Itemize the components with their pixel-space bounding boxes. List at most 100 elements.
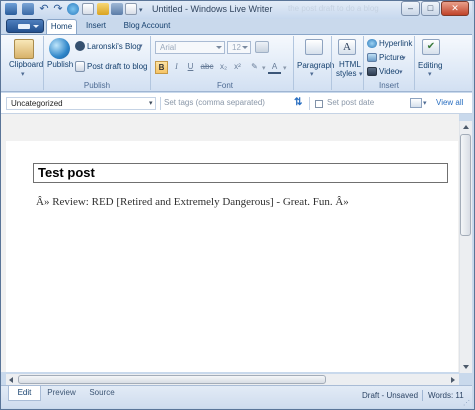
post-date-label: Set post date bbox=[327, 98, 375, 107]
blog-selector-chevron-icon[interactable]: ▾ bbox=[139, 42, 143, 50]
app-menu-button[interactable] bbox=[6, 19, 44, 33]
wordpress-icon bbox=[75, 41, 85, 51]
window-title: Untitled - Windows Live Writer bbox=[152, 4, 273, 14]
open-icon[interactable] bbox=[97, 3, 109, 15]
clipboard-icon bbox=[14, 39, 34, 59]
save-icon[interactable] bbox=[22, 3, 34, 15]
view-tab-preview[interactable]: Preview bbox=[44, 386, 79, 401]
group-divider bbox=[331, 36, 332, 90]
font-color-chevron-icon[interactable]: ▾ bbox=[283, 64, 287, 72]
view-all-link[interactable]: View all bbox=[436, 97, 463, 110]
undo-icon[interactable]: ↶ bbox=[38, 3, 50, 15]
scroll-down-arrow-icon[interactable] bbox=[463, 365, 469, 369]
quick-access-chevron-icon[interactable]: ▾ bbox=[139, 6, 143, 14]
divider bbox=[160, 97, 161, 110]
new-post-icon[interactable] bbox=[82, 3, 94, 15]
print-icon[interactable] bbox=[111, 3, 123, 15]
divider bbox=[422, 390, 423, 401]
hyperlink-button[interactable]: Hyperlink bbox=[379, 39, 412, 48]
publish-globe-icon bbox=[49, 38, 70, 59]
window-title-ghost: the post draft to do a blog bbox=[288, 4, 379, 13]
paragraph-button[interactable]: Paragraph bbox=[297, 61, 334, 70]
editing-button[interactable]: Editing bbox=[418, 61, 442, 70]
highlight-icon[interactable]: ✎ bbox=[248, 61, 261, 74]
horizontal-scroll-thumb[interactable] bbox=[18, 375, 326, 384]
app-menu-icon bbox=[18, 24, 30, 29]
font-family-chevron-icon bbox=[216, 46, 222, 49]
preview-icon[interactable] bbox=[125, 3, 137, 15]
html-styles-label-line1[interactable]: HTML bbox=[339, 60, 361, 69]
picture-icon bbox=[367, 53, 377, 62]
clear-formatting-icon[interactable] bbox=[255, 41, 269, 53]
bold-button[interactable]: B bbox=[155, 61, 168, 74]
html-styles-chevron-icon[interactable]: ▾ bbox=[359, 70, 363, 78]
tab-blog-account[interactable]: Blog Account bbox=[118, 19, 176, 34]
font-family-combo[interactable]: Arial bbox=[155, 41, 225, 54]
clipboard-chevron-icon[interactable]: ▾ bbox=[21, 70, 25, 78]
group-divider bbox=[293, 36, 294, 90]
paragraph-icon bbox=[305, 39, 323, 55]
font-size-value: 12 bbox=[232, 43, 241, 52]
close-button[interactable]: ✕ bbox=[441, 1, 469, 16]
group-divider bbox=[363, 36, 364, 90]
paragraph-chevron-icon[interactable]: ▾ bbox=[310, 70, 314, 78]
strikethrough-button[interactable]: abc bbox=[199, 61, 215, 74]
word-count: Words: 11 bbox=[428, 391, 464, 400]
blog-icon[interactable] bbox=[67, 3, 79, 15]
post-draft-icon bbox=[75, 61, 85, 72]
refresh-tags-icon[interactable]: ⇅ bbox=[294, 97, 302, 108]
tab-insert[interactable]: Insert bbox=[81, 19, 111, 34]
font-family-value: Arial bbox=[160, 43, 177, 52]
superscript-button[interactable]: x² bbox=[231, 61, 244, 74]
post-body-text[interactable]: Â» Review: RED [Retired and Extremely Da… bbox=[36, 196, 349, 208]
underline-button[interactable]: U bbox=[184, 61, 197, 74]
view-tab-source[interactable]: Source bbox=[84, 386, 120, 401]
picture-chevron-icon[interactable]: ▾ bbox=[402, 54, 406, 62]
scroll-up-arrow-icon[interactable] bbox=[463, 125, 469, 129]
hyperlink-icon bbox=[367, 39, 377, 48]
html-styles-label-line2[interactable]: styles bbox=[336, 69, 356, 78]
calendar-chevron-icon[interactable]: ▾ bbox=[423, 99, 427, 107]
highlight-chevron-icon[interactable]: ▾ bbox=[262, 64, 266, 72]
video-button[interactable]: Video bbox=[379, 67, 399, 76]
editing-icon: ✔ bbox=[422, 39, 440, 55]
html-styles-icon: A bbox=[338, 39, 356, 55]
scroll-right-arrow-icon[interactable] bbox=[451, 377, 455, 383]
category-selector[interactable]: Uncategorized ▾ bbox=[6, 97, 156, 110]
maximize-button[interactable]: □ bbox=[421, 1, 440, 16]
app-icon bbox=[5, 3, 17, 15]
draft-status: Draft - Unsaved bbox=[362, 391, 419, 400]
post-draft-button[interactable]: Post draft to blog bbox=[87, 62, 147, 71]
post-title-field[interactable]: Test post bbox=[33, 163, 448, 183]
font-size-combo[interactable]: 12 bbox=[227, 41, 251, 54]
tags-input[interactable]: Set tags (comma separated) bbox=[164, 97, 289, 110]
resize-grip-icon[interactable]: ⋰ bbox=[463, 399, 470, 407]
font-color-icon[interactable]: A bbox=[268, 61, 281, 74]
clipboard-button[interactable]: Clipboard bbox=[9, 60, 43, 69]
picture-button[interactable]: Picture bbox=[379, 53, 404, 62]
category-chevron-icon: ▾ bbox=[149, 100, 153, 107]
video-chevron-icon[interactable]: ▾ bbox=[399, 68, 403, 76]
font-group-label: Font bbox=[216, 81, 233, 90]
tab-home[interactable]: Home bbox=[46, 19, 77, 34]
italic-button[interactable]: I bbox=[170, 61, 183, 74]
publish-group-label: Publish bbox=[83, 81, 111, 90]
scroll-left-arrow-icon[interactable] bbox=[9, 377, 13, 383]
minimize-button[interactable]: – bbox=[401, 1, 420, 16]
editing-chevron-icon[interactable]: ▾ bbox=[428, 70, 432, 78]
group-divider bbox=[43, 36, 44, 90]
group-divider bbox=[150, 36, 151, 90]
view-tab-edit[interactable]: Edit bbox=[8, 386, 41, 401]
divider bbox=[309, 97, 310, 110]
redo-icon[interactable]: ↷ bbox=[52, 3, 64, 15]
subscript-button[interactable]: x₂ bbox=[217, 61, 230, 74]
group-divider bbox=[414, 36, 415, 90]
app-menu-chevron-icon bbox=[33, 25, 39, 28]
publish-button[interactable]: Publish bbox=[47, 60, 73, 69]
video-icon bbox=[367, 67, 377, 76]
calendar-icon[interactable] bbox=[410, 98, 422, 108]
blog-selector[interactable]: Laronski's Blog bbox=[87, 42, 141, 51]
vertical-scroll-thumb[interactable] bbox=[460, 134, 471, 236]
post-date-checkbox[interactable] bbox=[315, 100, 323, 108]
category-value: Uncategorized bbox=[11, 99, 63, 108]
